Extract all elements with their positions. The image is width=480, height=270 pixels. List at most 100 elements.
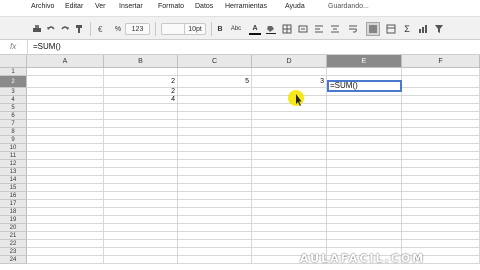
cell-f12[interactable] — [402, 160, 480, 168]
cell-a11[interactable] — [27, 152, 104, 160]
cell-b1[interactable] — [104, 68, 178, 76]
formula-input[interactable]: =SUM() — [33, 42, 61, 51]
cell-e9[interactable] — [327, 136, 402, 144]
cell-e4[interactable] — [327, 96, 402, 104]
cell-b19[interactable] — [104, 216, 178, 224]
cell-f7[interactable] — [402, 120, 480, 128]
cell-e22[interactable] — [327, 240, 402, 248]
cell-d10[interactable] — [252, 144, 327, 152]
currency-icon[interactable]: € — [96, 23, 106, 35]
cell-b16[interactable] — [104, 192, 178, 200]
row-header-18[interactable]: 18 — [0, 208, 27, 216]
row-header-19[interactable]: 19 — [0, 216, 27, 224]
active-cell-editor[interactable]: =SUM() — [327, 80, 402, 92]
cell-d11[interactable] — [252, 152, 327, 160]
cell-f13[interactable] — [402, 168, 480, 176]
cell-b24[interactable] — [104, 256, 178, 264]
column-header-a[interactable]: A — [27, 55, 104, 68]
cell-c14[interactable] — [178, 176, 252, 184]
cell-a24[interactable] — [27, 256, 104, 264]
row-header-1[interactable]: 1 — [0, 68, 27, 76]
menu-ver[interactable]: Ver — [95, 3, 106, 10]
cell-e21[interactable] — [327, 232, 402, 240]
cell-d18[interactable] — [252, 208, 327, 216]
row-header-15[interactable]: 15 — [0, 184, 27, 192]
cell-c16[interactable] — [178, 192, 252, 200]
cell-e16[interactable] — [327, 192, 402, 200]
cell-c19[interactable] — [178, 216, 252, 224]
cell-b4[interactable]: 4 — [104, 96, 178, 104]
cell-a5[interactable] — [27, 104, 104, 112]
row-header-7[interactable]: 7 — [0, 120, 27, 128]
cell-a23[interactable] — [27, 248, 104, 256]
cell-a10[interactable] — [27, 144, 104, 152]
borders-icon[interactable] — [282, 23, 292, 35]
font-size-dropdown[interactable]: 10pt — [184, 23, 206, 35]
fill-color-icon[interactable] — [266, 23, 276, 35]
cell-b9[interactable] — [104, 136, 178, 144]
text-color-button[interactable]: A — [249, 23, 261, 35]
cell-a1[interactable] — [27, 68, 104, 76]
cell-e6[interactable] — [327, 112, 402, 120]
cell-e17[interactable] — [327, 200, 402, 208]
cell-b12[interactable] — [104, 160, 178, 168]
cell-c23[interactable] — [178, 248, 252, 256]
cell-d17[interactable] — [252, 200, 327, 208]
cell-c22[interactable] — [178, 240, 252, 248]
cell-d20[interactable] — [252, 224, 327, 232]
row-header-13[interactable]: 13 — [0, 168, 27, 176]
cell-c1[interactable] — [178, 68, 252, 76]
cell-c7[interactable] — [178, 120, 252, 128]
column-header-f[interactable]: F — [402, 55, 480, 68]
cell-b8[interactable] — [104, 128, 178, 136]
cell-f11[interactable] — [402, 152, 480, 160]
cell-c5[interactable] — [178, 104, 252, 112]
undo-icon[interactable] — [46, 23, 56, 35]
cell-b6[interactable] — [104, 112, 178, 120]
cell-b17[interactable] — [104, 200, 178, 208]
freeze-icon[interactable] — [386, 23, 396, 35]
cell-a9[interactable] — [27, 136, 104, 144]
row-header-8[interactable]: 8 — [0, 128, 27, 136]
menu-archivo[interactable]: Archivo — [31, 3, 54, 10]
cell-b22[interactable] — [104, 240, 178, 248]
align-left-icon[interactable] — [314, 23, 324, 35]
cell-a14[interactable] — [27, 176, 104, 184]
column-header-c[interactable]: C — [178, 55, 252, 68]
filter-icon[interactable] — [434, 23, 444, 35]
column-header-d[interactable]: D — [252, 55, 327, 68]
cell-c18[interactable] — [178, 208, 252, 216]
cell-d14[interactable] — [252, 176, 327, 184]
menu-insertar[interactable]: Insertar — [119, 3, 143, 10]
print-icon[interactable] — [32, 23, 42, 35]
bold-button[interactable]: B — [215, 23, 225, 35]
cell-c15[interactable] — [178, 184, 252, 192]
strikethrough-button[interactable]: Abc — [229, 23, 243, 35]
cell-a20[interactable] — [27, 224, 104, 232]
row-header-14[interactable]: 14 — [0, 176, 27, 184]
cell-e5[interactable] — [327, 104, 402, 112]
cell-f22[interactable] — [402, 240, 480, 248]
cell-c3[interactable] — [178, 88, 252, 96]
cell-e19[interactable] — [327, 216, 402, 224]
merge-cells-icon[interactable] — [298, 23, 308, 35]
cell-f4[interactable] — [402, 96, 480, 104]
row-header-10[interactable]: 10 — [0, 144, 27, 152]
row-header-17[interactable]: 17 — [0, 200, 27, 208]
cell-a4[interactable] — [27, 96, 104, 104]
row-header-21[interactable]: 21 — [0, 232, 27, 240]
cell-a22[interactable] — [27, 240, 104, 248]
cell-a16[interactable] — [27, 192, 104, 200]
cell-e11[interactable] — [327, 152, 402, 160]
cell-c4[interactable] — [178, 96, 252, 104]
cell-b14[interactable] — [104, 176, 178, 184]
row-header-9[interactable]: 9 — [0, 136, 27, 144]
cell-a19[interactable] — [27, 216, 104, 224]
cell-c9[interactable] — [178, 136, 252, 144]
cell-b5[interactable] — [104, 104, 178, 112]
cell-b13[interactable] — [104, 168, 178, 176]
row-header-16[interactable]: 16 — [0, 192, 27, 200]
cell-d6[interactable] — [252, 112, 327, 120]
align-menu-icon[interactable] — [366, 22, 380, 36]
cell-a15[interactable] — [27, 184, 104, 192]
